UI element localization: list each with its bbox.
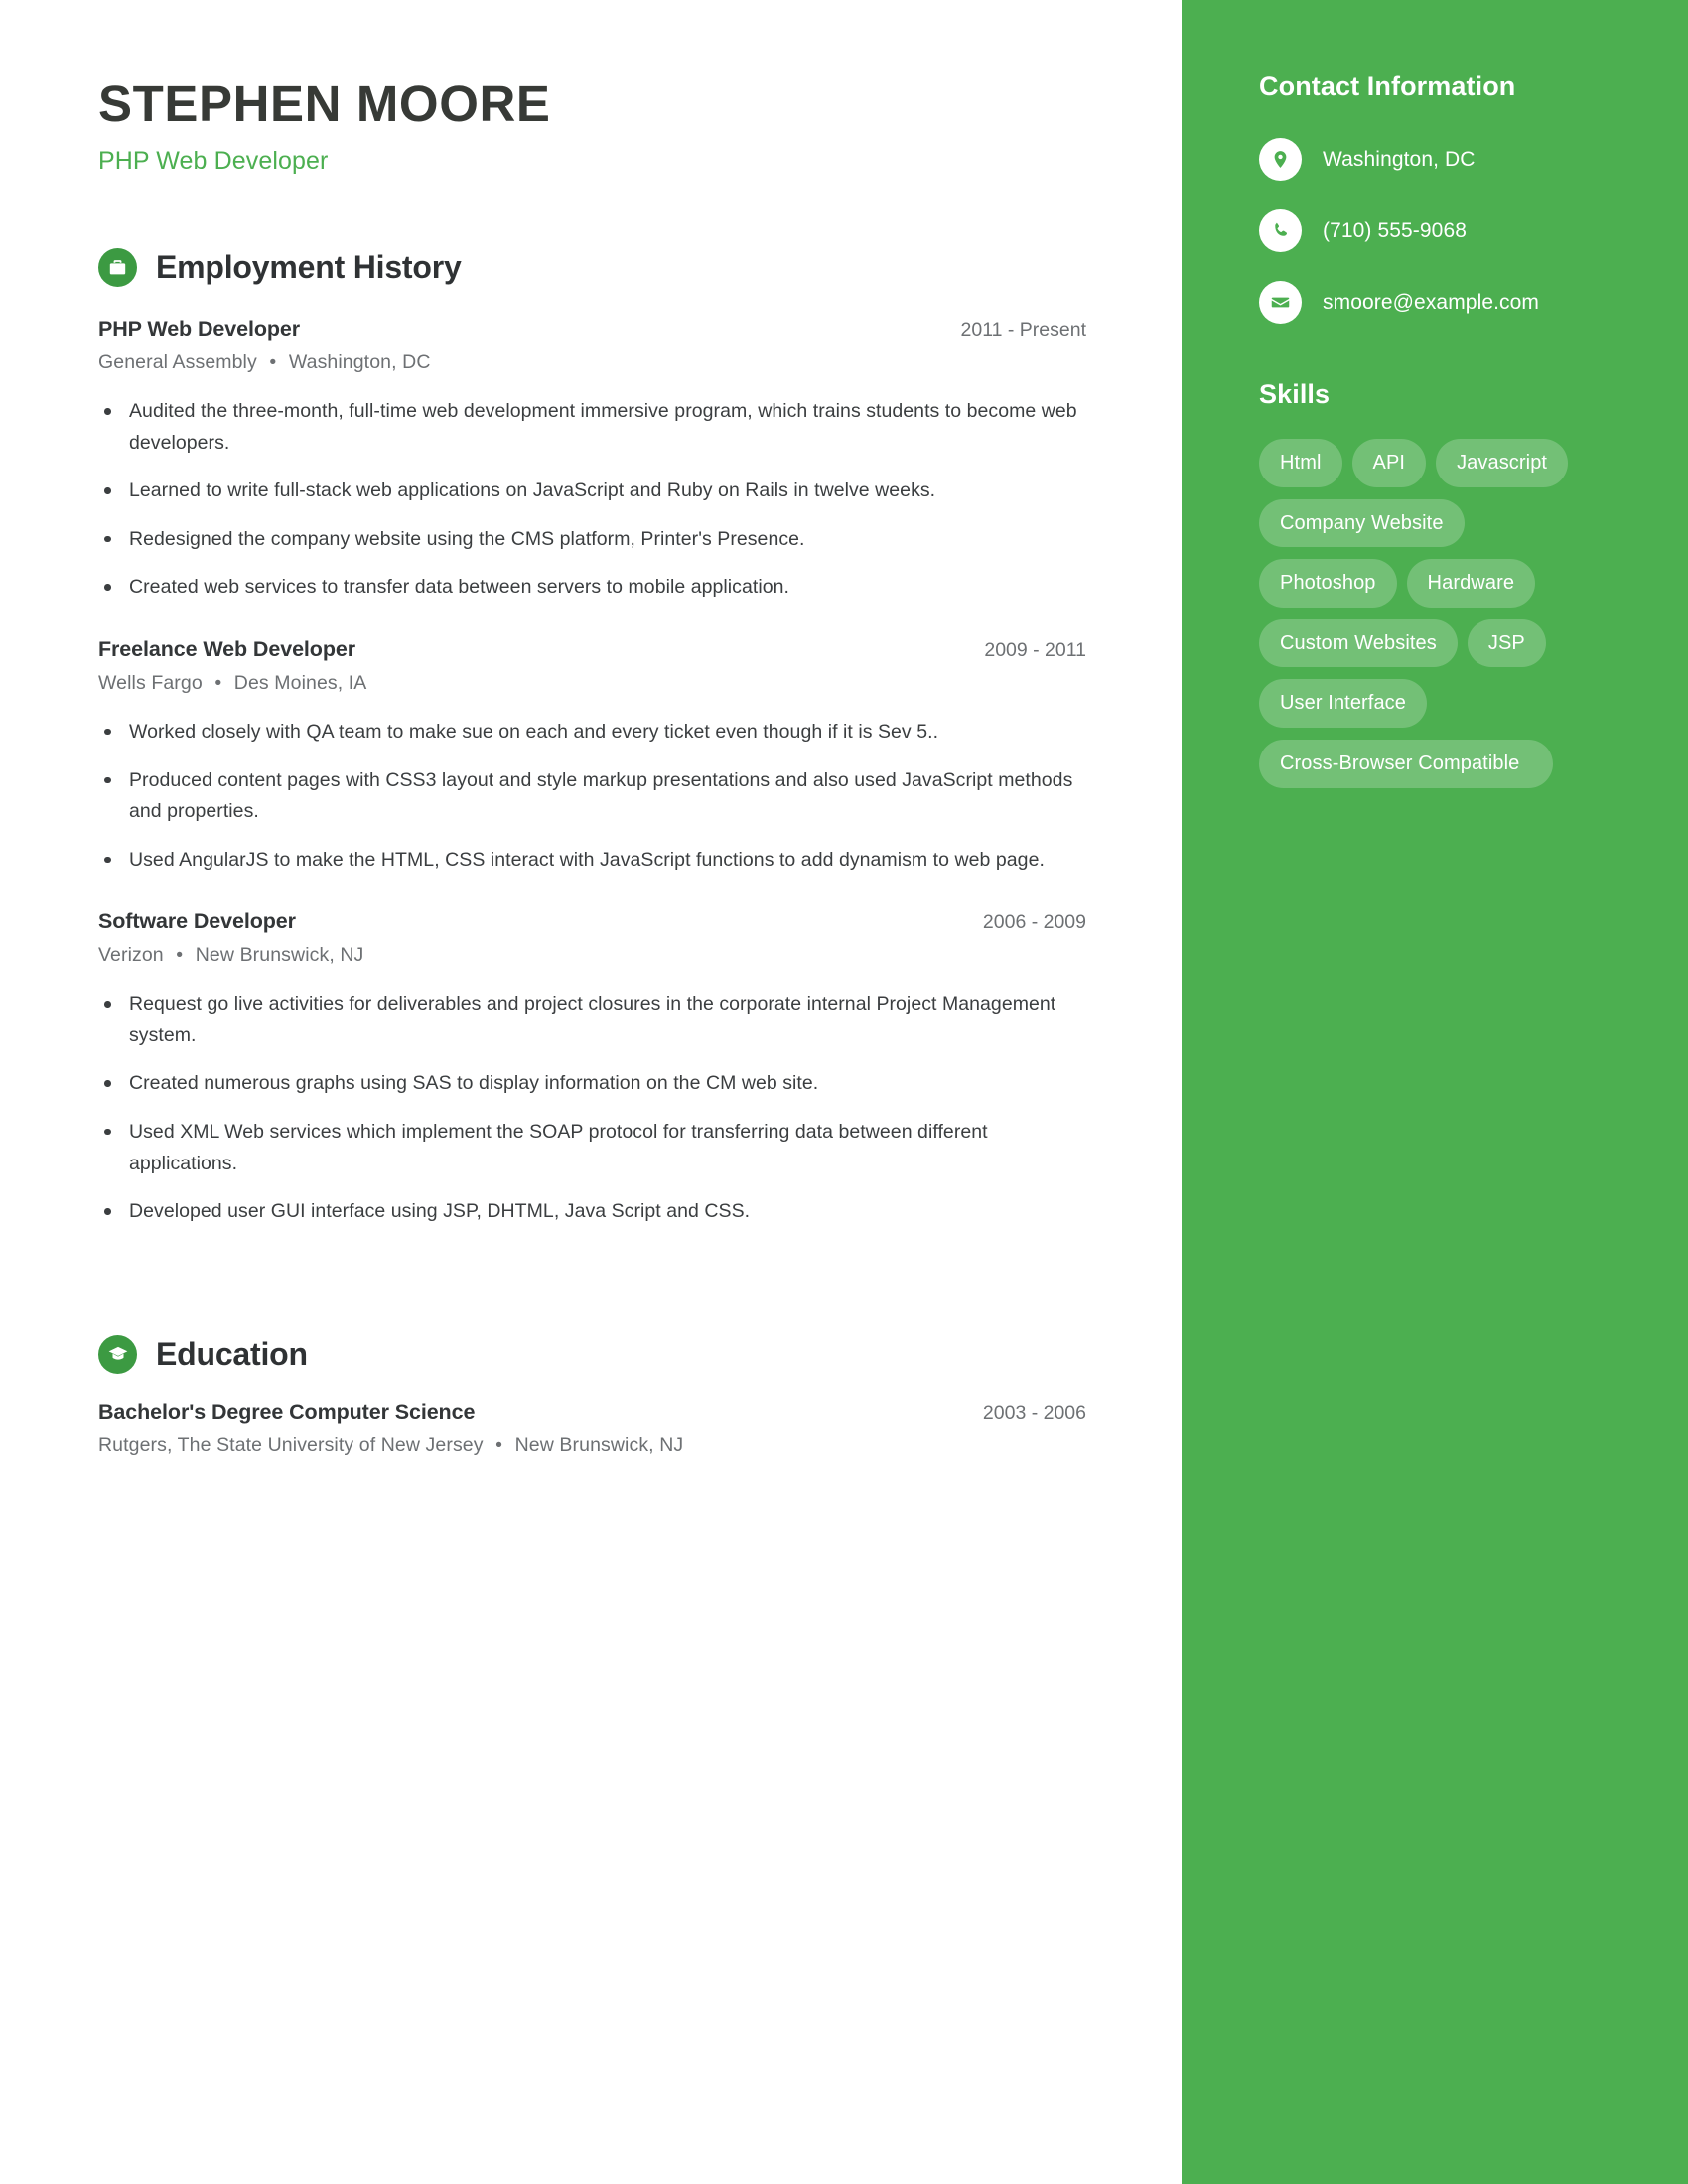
education-entry: Bachelor's Degree Computer Science 2003 …: [98, 1400, 1086, 1457]
entry-company-location: General Assembly • Washington, DC: [98, 351, 1086, 374]
contact-item-phone: (710) 555-9068: [1259, 209, 1688, 252]
skill-tag: API: [1351, 439, 1427, 487]
entry-bullet-list: Audited the three-month, full-time web d…: [98, 396, 1086, 604]
employment-entry: PHP Web Developer 2011 - Present General…: [98, 317, 1086, 604]
entry-header-row: Bachelor's Degree Computer Science 2003 …: [98, 1400, 1086, 1425]
education-school: Rutgers, The State University of New Jer…: [98, 1433, 484, 1456]
entry-dates: 2011 - Present: [960, 319, 1086, 341]
entry-location: Washington, DC: [288, 351, 431, 374]
phone-icon: [1259, 209, 1302, 252]
skills-list: Html API Javascript Company Website Phot…: [1259, 439, 1587, 788]
bullet-item: Worked closely with QA team to make sue …: [98, 717, 1086, 749]
education-dates: 2003 - 2006: [982, 1401, 1086, 1424]
entry-role: Freelance Web Developer: [98, 636, 355, 661]
bullet-item: Redesigned the company website using the…: [98, 524, 1086, 556]
skill-tag: User Interface: [1259, 679, 1428, 728]
graduation-cap-icon: [98, 1334, 137, 1374]
meta-separator: •: [176, 944, 184, 967]
bullet-item: Used XML Web services which implement th…: [98, 1117, 1086, 1179]
envelope-icon: [1259, 281, 1302, 324]
entry-dates: 2009 - 2011: [984, 638, 1086, 661]
skill-tag: Javascript: [1436, 439, 1569, 487]
skill-tag: Html: [1259, 439, 1342, 487]
entry-company: General Assembly: [98, 351, 257, 374]
contact-email-value: smoore@example.com: [1323, 290, 1540, 314]
bullet-item: Created web services to transfer data be…: [98, 572, 1086, 604]
entry-company-location: Verizon • New Brunswick, NJ: [98, 944, 1086, 967]
meta-separator: •: [214, 671, 222, 694]
education-section-header: Education: [98, 1334, 1086, 1374]
briefcase-icon: [98, 248, 137, 288]
employment-entry: Software Developer 2006 - 2009 Verizon •…: [98, 909, 1086, 1227]
meta-separator: •: [269, 351, 277, 374]
skill-tag: Company Website: [1259, 498, 1465, 548]
entry-bullet-list: Request go live activities for deliverab…: [98, 989, 1086, 1227]
entry-bullet-list: Worked closely with QA team to make sue …: [98, 717, 1086, 876]
skill-tag: Custom Websites: [1259, 618, 1458, 668]
bullet-item: Audited the three-month, full-time web d…: [98, 396, 1086, 459]
skills-section-title: Skills: [1259, 379, 1331, 409]
contact-location-value: Washington, DC: [1323, 147, 1476, 171]
contact-item-location: Washington, DC: [1259, 138, 1688, 181]
entry-header-row: Software Developer 2006 - 2009: [98, 909, 1086, 934]
entry-dates: 2006 - 2009: [982, 911, 1086, 934]
bullet-item: Learned to write full-stack web applicat…: [98, 476, 1086, 507]
entry-header-row: Freelance Web Developer 2009 - 2011: [98, 637, 1086, 662]
entry-role: Software Developer: [98, 909, 296, 934]
bullet-item: Request go live activities for deliverab…: [98, 989, 1086, 1051]
entry-company: Verizon: [98, 944, 164, 967]
sidebar: Contact Information Washington, DC (710)…: [1182, 0, 1688, 2184]
skill-tag: Cross-Browser Compatible: [1259, 739, 1553, 788]
meta-separator: •: [495, 1433, 503, 1456]
candidate-job-title: PHP Web Developer: [98, 147, 329, 176]
skill-tag: Hardware: [1406, 559, 1536, 608]
entry-company: Wells Fargo: [98, 671, 203, 694]
bullet-item: Created numerous graphs using SAS to dis…: [98, 1068, 1086, 1100]
education-location: New Brunswick, NJ: [514, 1433, 684, 1456]
entry-location: Des Moines, IA: [233, 671, 367, 694]
education-degree: Bachelor's Degree Computer Science: [98, 1399, 476, 1424]
skill-tag: Photoshop: [1259, 559, 1397, 608]
location-pin-icon: [1259, 138, 1302, 181]
contact-phone-value: (710) 555-9068: [1323, 218, 1468, 242]
bullet-item: Developed user GUI interface using JSP, …: [98, 1196, 1086, 1228]
skill-tag: JSP: [1467, 618, 1546, 668]
entry-location: New Brunswick, NJ: [195, 944, 364, 967]
employment-section-title: Employment History: [156, 249, 462, 286]
contact-list: Washington, DC (710) 555-9068 smoore@exa…: [1259, 138, 1688, 324]
entry-company-location: Wells Fargo • Des Moines, IA: [98, 672, 1086, 695]
main-content-column: STEPHEN MOORE PHP Web Developer Employme…: [0, 0, 1182, 2184]
employment-section-header: Employment History: [98, 248, 1086, 288]
education-section-title: Education: [156, 1335, 308, 1372]
employment-entry: Freelance Web Developer 2009 - 2011 Well…: [98, 637, 1086, 876]
bullet-item: Used AngularJS to make the HTML, CSS int…: [98, 845, 1086, 877]
entry-header-row: PHP Web Developer 2011 - Present: [98, 317, 1086, 341]
contact-section-title: Contact Information: [1259, 71, 1516, 101]
entry-role: PHP Web Developer: [98, 317, 301, 341]
education-school-location: Rutgers, The State University of New Jer…: [98, 1434, 1086, 1457]
resume-page: STEPHEN MOORE PHP Web Developer Employme…: [0, 0, 1688, 2184]
bullet-item: Produced content pages with CSS3 layout …: [98, 765, 1086, 828]
contact-item-email: smoore@example.com: [1259, 281, 1688, 324]
candidate-name: STEPHEN MOORE: [98, 75, 551, 132]
